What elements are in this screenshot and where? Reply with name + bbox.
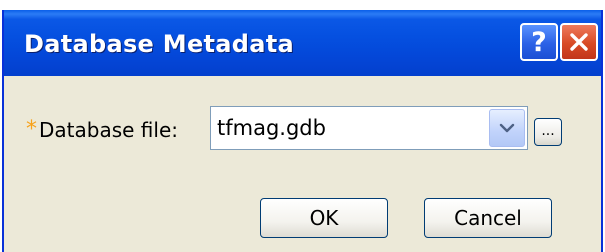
database-file-value[interactable]: tfmag.gdb [217, 116, 326, 140]
database-file-field-label-group: * Database file: [26, 118, 178, 142]
dialog-body: * Database file: tfmag.gdb ... OK Cancel [4, 76, 601, 252]
ok-button[interactable]: OK [260, 198, 388, 238]
dialog-window: Database Metadata ? * Database file: tfm… [2, 10, 603, 252]
required-marker: * [26, 117, 37, 142]
close-button[interactable] [560, 23, 598, 61]
dropdown-toggle-button[interactable] [489, 109, 525, 147]
database-file-combobox[interactable]: tfmag.gdb [210, 106, 528, 150]
chevron-down-icon [499, 123, 515, 133]
question-mark-icon: ? [531, 26, 547, 58]
browse-button[interactable]: ... [534, 118, 562, 146]
help-button[interactable]: ? [520, 23, 558, 61]
database-file-label: Database file: [39, 118, 178, 142]
title-bar[interactable]: Database Metadata ? [4, 10, 601, 76]
cancel-button[interactable]: Cancel [424, 198, 552, 238]
dialog-title: Database Metadata [24, 30, 295, 58]
close-icon [570, 33, 588, 51]
